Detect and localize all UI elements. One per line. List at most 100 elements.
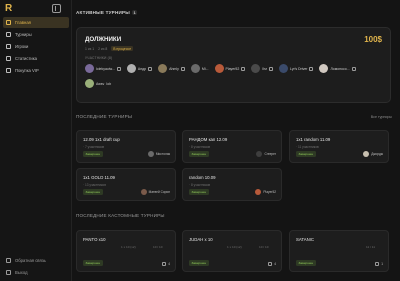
- sidebar-item-tournaments[interactable]: Турниры: [3, 29, 69, 40]
- section-title: АКТИВНЫЕ ТУРНИРЫ: [76, 10, 130, 15]
- status-badge: Завершен: [83, 189, 103, 195]
- avatar: [279, 64, 288, 73]
- users-icon: [375, 262, 380, 266]
- tournament-meta: 1 из 1 2 из 8 В процессе: [85, 46, 134, 51]
- participant-name: Awsv: [96, 81, 105, 86]
- sidebar-item-label: Турниры: [15, 32, 32, 37]
- trophy-icon: [6, 32, 11, 37]
- users-icon: [268, 262, 273, 266]
- tournament-card[interactable]: random 10.09 · 8 участников Завершен Pla…: [182, 168, 282, 201]
- participant[interactable]: Ilsr: [251, 63, 273, 74]
- participant[interactable]: Awsv Iob: [85, 78, 111, 89]
- avatar: [85, 79, 94, 88]
- count-value: 4: [274, 262, 276, 266]
- avatar: [363, 151, 370, 157]
- avatar: [147, 151, 154, 157]
- meta-rounds: 1 из 1: [85, 46, 95, 51]
- winner: Player52: [255, 189, 276, 195]
- sidebar-item-vip[interactable]: Покупка VIP: [3, 65, 69, 76]
- card-subtitle: · 13 участников: [83, 183, 106, 187]
- sidebar-item-logout[interactable]: Выход: [3, 267, 69, 278]
- participant-name: lolekyauiw...: [96, 66, 115, 71]
- card-format: 1 x 10 (x2): [121, 245, 136, 249]
- avatar: [85, 64, 94, 73]
- card-subtitle: · 7 участников: [83, 145, 105, 149]
- sidebar-item-label: Статистика: [15, 56, 37, 61]
- app-logo[interactable]: R: [5, 4, 15, 14]
- participant[interactable]: Mi...: [190, 63, 209, 74]
- status-badge: Завершен: [189, 260, 209, 266]
- card-title: 1x1 GOLD 11.09: [83, 175, 115, 180]
- tournament-card[interactable]: РАНДОМ кап 12.09 · 8 участников Завершен…: [182, 130, 282, 163]
- status-badge: Завершен: [83, 260, 103, 266]
- card-title: random 10.09: [189, 175, 216, 180]
- featured-tournament-card[interactable]: ДОЛЖНИКИ 100$ 1 из 1 2 из 8 В процессе У…: [76, 27, 391, 103]
- participants-count: 4: [162, 262, 170, 266]
- rank-icon: [269, 66, 273, 71]
- sidebar-item-label: Обратная связь: [15, 258, 46, 263]
- participant[interactable]: Ahmly: [158, 63, 185, 74]
- prize-amount: 100$: [364, 35, 382, 44]
- avatar: [256, 151, 263, 157]
- custom-tournament-card[interactable]: PANTO x10 1 x 10 (x2) 10 / 10 Завершен 4: [76, 230, 176, 272]
- participants-list: lolekyauiw... Андр Ahmly Mi... Player52 …: [85, 63, 385, 89]
- sidebar-item-home[interactable]: Главная: [3, 17, 69, 28]
- winner-name: Матвей Сорин: [148, 190, 170, 194]
- tournament-card[interactable]: 12.09 1x1 draft cup · 7 участников Завер…: [76, 130, 176, 163]
- sidebar-item-statistics[interactable]: Статистика: [3, 53, 69, 64]
- winner-name: Player52: [263, 190, 276, 194]
- meta-players: 2 из 8: [98, 46, 108, 51]
- main-content: АКТИВНЫЕ ТУРНИРЫ 1 ДОЛЖНИКИ 100$ 1 из 1 2…: [72, 0, 400, 281]
- crown-icon: [6, 68, 11, 73]
- participant-name: Player52: [225, 66, 240, 71]
- sidebar-item-feedback[interactable]: Обратная связь: [3, 255, 69, 266]
- sidebar-item-label: Покупка VIP: [15, 68, 39, 73]
- participant-name: Ломоносо...: [330, 66, 350, 71]
- card-title: SATANIC: [296, 237, 314, 242]
- winner: Creeper: [256, 151, 276, 157]
- participant-name: Mi...: [201, 66, 209, 71]
- rank-icon: [351, 66, 356, 71]
- custom-tournaments-heading: ПОСЛЕДНИЕ КАСТОМНЫЕ ТУРНИРЫ: [76, 213, 165, 218]
- avatar: [190, 64, 200, 73]
- tournament-card[interactable]: 1x1 random 11.09 · 11 участников Заверше…: [289, 130, 389, 163]
- sidebar-item-label: Главная: [15, 20, 31, 25]
- participant[interactable]: lolekyauiw...: [85, 63, 121, 74]
- participants-count: 4: [268, 262, 276, 266]
- participant[interactable]: Андр: [126, 63, 153, 74]
- sidebar-item-players[interactable]: Игроки: [3, 41, 69, 52]
- participant[interactable]: Player52: [214, 63, 246, 74]
- tournament-card[interactable]: 1x1 GOLD 11.09 · 13 участников Завершен …: [76, 168, 176, 201]
- status-badge: Завершен: [189, 189, 209, 195]
- card-title: РАНДОМ кап 12.09: [189, 137, 228, 142]
- home-icon: [6, 20, 11, 25]
- participant-tag: Iob: [106, 81, 112, 86]
- winner-name: Джордж: [371, 152, 383, 156]
- users-icon: [162, 262, 167, 266]
- custom-tournament-card[interactable]: JUDAH x 10 1 x 10 (x2) 10 / 10 Завершен …: [182, 230, 282, 272]
- avatar: [140, 189, 147, 195]
- sidebar-item-label: Выход: [15, 270, 28, 275]
- sidebar-nav: Главная Турниры Игроки Статистика Покупк…: [3, 17, 69, 77]
- sidebar-collapse-icon[interactable]: [52, 4, 61, 13]
- participant[interactable]: Ломоносо...: [319, 63, 356, 74]
- custom-tournament-card[interactable]: SATANIC 11 / 11 Завершен 1: [289, 230, 389, 272]
- card-subtitle: · 8 участников: [189, 183, 211, 187]
- rank-icon: [309, 66, 314, 71]
- card-slots: 10 / 10: [259, 245, 269, 249]
- status-badge: Завершен: [296, 260, 316, 266]
- avatar: [255, 189, 262, 195]
- card-title: 12.09 1x1 draft cup: [83, 137, 120, 142]
- chart-icon: [6, 56, 11, 61]
- all-tournaments-link[interactable]: Все турниры: [371, 115, 392, 119]
- participants-label: УЧАСТНИКИ (8): [85, 56, 113, 60]
- avatar: [158, 64, 168, 73]
- message-icon: [6, 258, 11, 263]
- card-title: PANTO x10: [83, 237, 106, 242]
- count-value: 1: [381, 262, 383, 266]
- rank-icon: [116, 66, 121, 71]
- participant-name: Андр: [137, 66, 147, 71]
- active-count-badge: 1: [131, 10, 138, 15]
- participant[interactable]: Lyr's Driver: [279, 63, 314, 74]
- tournament-title: ДОЛЖНИКИ: [85, 36, 122, 43]
